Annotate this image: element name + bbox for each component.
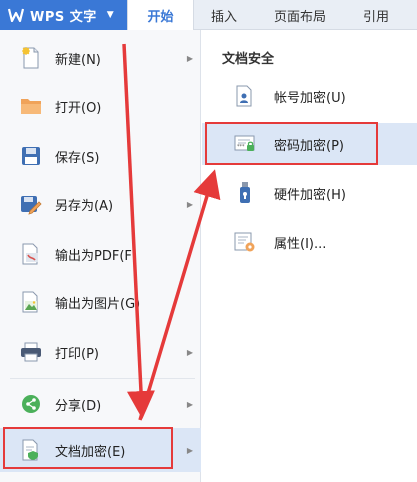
menu-item-label: 输出为PDF(F) <box>55 248 137 264</box>
save-icon <box>20 144 42 168</box>
wps-logo-icon <box>8 7 24 23</box>
highlight-box-password-encrypt <box>205 122 378 165</box>
menu-item-label: 另存为(A) <box>55 198 114 214</box>
menu-item-save-as[interactable]: 另存为(A) ▶ <box>0 182 201 226</box>
ribbon-tab-bar: WPS 文字 ▼ 开始 插入 页面布局 引用 <box>0 0 417 31</box>
new-document-icon <box>20 46 42 70</box>
folder-open-icon <box>20 94 42 118</box>
submenu-item-label: 硬件加密(H) <box>274 187 346 203</box>
submenu-item-properties[interactable]: 属性(I)... <box>202 221 417 263</box>
menu-item-label: 打印(P) <box>55 346 99 362</box>
menu-item-open[interactable]: 打开(O) <box>0 84 201 128</box>
chevron-right-icon: ▶ <box>186 445 193 455</box>
usb-key-icon <box>234 181 256 205</box>
menu-item-label: 新建(N) <box>55 52 101 68</box>
submenu-title: 文档安全 <box>222 52 275 67</box>
export-pdf-icon <box>20 242 42 266</box>
submenu-item-account-encrypt[interactable]: 帐号加密(U) <box>202 75 417 117</box>
menu-divider <box>10 378 195 379</box>
save-as-icon <box>20 192 42 216</box>
menu-item-label: 分享(D) <box>55 398 102 414</box>
menu-item-print[interactable]: 打印(P) ▶ <box>0 330 201 374</box>
tab-insert[interactable]: 插入 <box>194 0 254 30</box>
menu-item-label: 打开(O) <box>55 100 102 116</box>
tab-page-layout[interactable]: 页面布局 <box>254 0 346 30</box>
menu-item-save[interactable]: 保存(S) <box>0 134 201 178</box>
app-title: WPS 文字 <box>30 9 97 25</box>
share-icon <box>20 392 42 416</box>
chevron-right-icon: ▶ <box>186 199 193 209</box>
chevron-right-icon: ▶ <box>186 399 193 409</box>
wps-app-menu-button[interactable]: WPS 文字 ▼ <box>0 0 127 30</box>
printer-icon <box>20 340 42 364</box>
file-menu: 新建(N) ▶ 打开(O) 保存(S) 另存为(A) ▶ 输出为PDF(F) 输… <box>0 30 201 482</box>
submenu-item-label: 属性(I)... <box>274 236 327 252</box>
menu-item-share[interactable]: 分享(D) ▶ <box>0 382 201 426</box>
chevron-right-icon: ▶ <box>186 53 193 63</box>
account-lock-icon <box>234 84 256 108</box>
chevron-down-icon: ▼ <box>106 10 114 20</box>
menu-item-label: 保存(S) <box>55 150 100 166</box>
document-security-submenu: 文档安全 帐号加密(U) *** 密码加密(P) 硬件加密(H) 属性(I)..… <box>202 30 417 482</box>
submenu-item-label: 帐号加密(U) <box>274 90 346 106</box>
menu-item-export-pdf[interactable]: 输出为PDF(F) <box>0 232 201 276</box>
highlight-box-document-encrypt <box>3 427 173 469</box>
menu-item-export-image[interactable]: 输出为图片(G) <box>0 280 201 324</box>
menu-item-new[interactable]: 新建(N) ▶ <box>0 36 201 80</box>
menu-item-label: 输出为图片(G) <box>55 296 141 312</box>
tab-home[interactable]: 开始 <box>127 0 194 31</box>
properties-icon <box>234 230 256 254</box>
submenu-item-hardware-encrypt[interactable]: 硬件加密(H) <box>202 172 417 214</box>
tab-references[interactable]: 引用 <box>346 0 406 30</box>
export-image-icon <box>20 290 42 314</box>
ribbon-tabs: 开始 插入 页面布局 引用 <box>127 0 406 31</box>
chevron-right-icon: ▶ <box>186 347 193 357</box>
